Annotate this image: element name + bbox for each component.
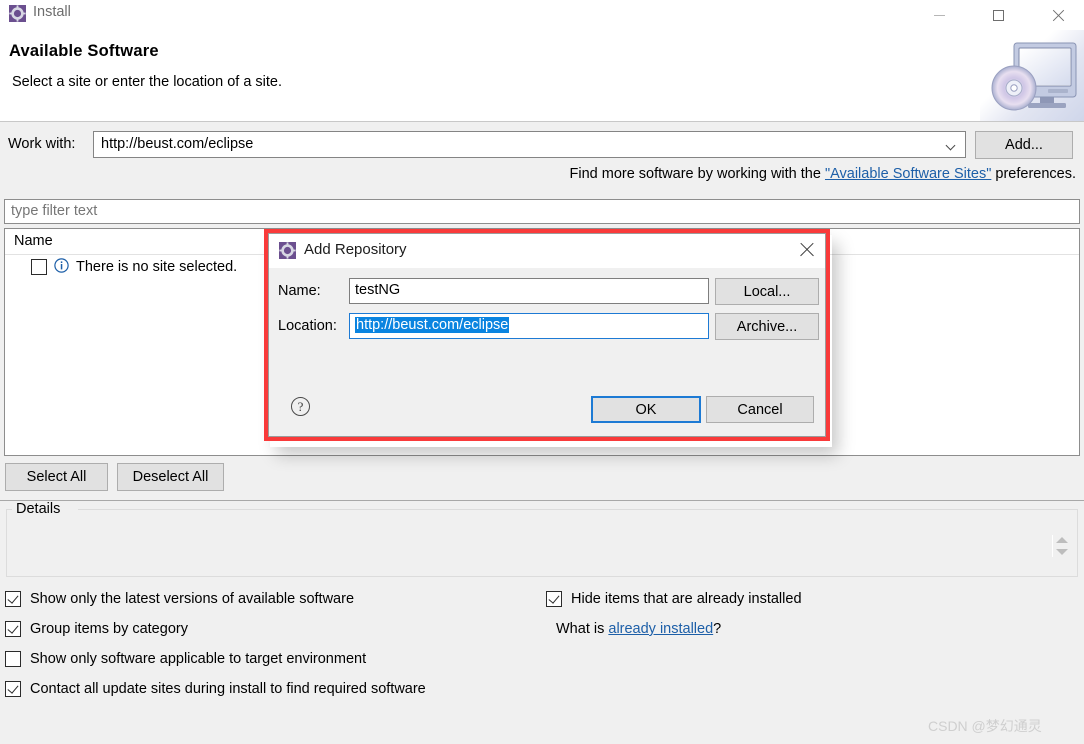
what-is-already-installed: What is already installed?: [556, 621, 721, 637]
add-button[interactable]: Add...: [975, 131, 1073, 159]
location-input-value: http://beust.com/eclipse: [355, 317, 510, 333]
add-repository-dialog: Add Repository Name: testNG Local... Loc…: [268, 233, 826, 437]
option-show-latest-versions[interactable]: Show only the latest versions of availab…: [5, 591, 354, 607]
dialog-titlebar: Add Repository: [269, 234, 825, 268]
location-input[interactable]: http://beust.com/eclipse: [349, 313, 709, 339]
cancel-button[interactable]: Cancel: [706, 396, 814, 423]
option-show-latest-versions-label: Show only the latest versions of availab…: [30, 591, 355, 607]
minimize-button[interactable]: [916, 0, 962, 30]
option-contact-update-sites-checkbox[interactable]: [5, 681, 21, 697]
details-separator: [0, 500, 1084, 501]
work-with-combo[interactable]: http://beust.com/eclipse: [93, 131, 966, 158]
close-icon: [1052, 9, 1065, 22]
name-field-label: Name:: [278, 283, 321, 299]
option-contact-update-sites-label: Contact all update sites during install …: [30, 681, 426, 697]
maximize-icon: [992, 9, 1004, 21]
help-icon[interactable]: ?: [291, 397, 310, 416]
location-field-label: Location:: [278, 318, 337, 334]
option-show-latest-versions-checkbox[interactable]: [5, 591, 21, 607]
close-button[interactable]: [1035, 0, 1081, 30]
spinner-up-down-icon[interactable]: [1056, 537, 1069, 561]
option-group-by-category-label: Group items by category: [30, 621, 188, 637]
eclipse-gear-icon: [279, 242, 296, 259]
window-title: Install: [33, 4, 71, 20]
info-icon: [54, 258, 69, 276]
spinner-down-icon[interactable]: [1056, 549, 1068, 555]
option-contact-update-sites[interactable]: Contact all update sites during install …: [5, 681, 426, 697]
archive-button[interactable]: Archive...: [715, 313, 819, 340]
available-software-sites-link[interactable]: "Available Software Sites": [825, 166, 991, 182]
ok-button[interactable]: OK: [591, 396, 701, 423]
option-target-environment-checkbox[interactable]: [5, 651, 21, 667]
window-titlebar: Install: [0, 0, 1084, 30]
eclipse-gear-icon: [9, 5, 26, 22]
spinner-up-icon[interactable]: [1056, 537, 1068, 543]
option-group-by-category-checkbox[interactable]: [5, 621, 21, 637]
option-hide-installed[interactable]: Hide items that are already installed: [546, 591, 802, 607]
option-target-environment[interactable]: Show only software applicable to target …: [5, 651, 366, 667]
details-spinner-divider: [1052, 535, 1053, 557]
tree-row-label: There is no site selected.: [76, 259, 238, 275]
find-more-suffix: preferences.: [991, 166, 1076, 182]
page-subtitle: Select a site or enter the location of a…: [12, 74, 283, 90]
tree-row[interactable]: There is no site selected.: [31, 258, 237, 276]
maximize-button[interactable]: [975, 0, 1021, 30]
option-target-environment-label: Show only software applicable to target …: [30, 651, 367, 667]
filter-placeholder: type filter text: [11, 203, 98, 219]
local-button[interactable]: Local...: [715, 278, 819, 305]
name-input-value: testNG: [355, 282, 401, 298]
chevron-down-icon[interactable]: [947, 142, 956, 151]
filter-input[interactable]: type filter text: [4, 199, 1080, 224]
option-hide-installed-label: Hide items that are already installed: [571, 591, 802, 607]
already-installed-link[interactable]: already installed: [608, 621, 713, 637]
what-is-prefix: What is: [556, 621, 609, 637]
find-more-prefix: Find more software by working with the: [569, 166, 825, 182]
details-legend: Details: [12, 501, 65, 517]
page-title: Available Software: [9, 42, 159, 60]
details-group: [6, 509, 1078, 577]
deselect-all-button[interactable]: Deselect All: [117, 463, 224, 491]
tree-row-checkbox[interactable]: [31, 259, 47, 275]
find-more-hint: Find more software by working with the "…: [570, 166, 1077, 182]
watermark: CSDN @梦幻通灵: [928, 718, 1042, 734]
work-with-value: http://beust.com/eclipse: [101, 136, 254, 152]
minimize-icon: [933, 14, 945, 16]
wizard-header: Available Software Select a site or ente…: [0, 30, 1084, 122]
banner: [980, 30, 1084, 121]
dialog-title: Add Repository: [304, 241, 407, 258]
name-input[interactable]: testNG: [349, 278, 709, 304]
work-with-label: Work with:: [8, 136, 76, 152]
select-all-button[interactable]: Select All: [5, 463, 108, 491]
option-group-by-category[interactable]: Group items by category: [5, 621, 188, 637]
what-is-suffix: ?: [713, 621, 722, 637]
option-hide-installed-checkbox[interactable]: [546, 591, 562, 607]
dialog-close-icon[interactable]: [799, 242, 815, 258]
tree-column-header-name: Name: [14, 233, 53, 249]
